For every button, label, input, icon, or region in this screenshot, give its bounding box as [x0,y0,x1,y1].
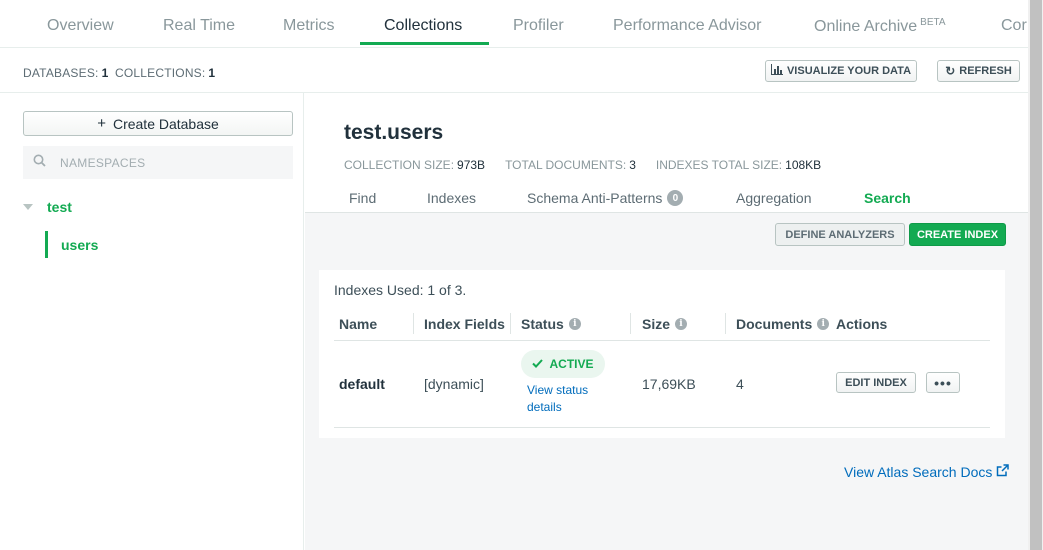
collection-subtabs: Find Indexes Schema Anti-Patterns 0 Aggre… [305,189,1028,213]
caret-down-icon[interactable] [23,204,33,210]
tab-online-archive-label: Online Archive [814,18,918,35]
column-header-name: Name [339,316,378,332]
tab-aggregation[interactable]: Aggregation [736,190,812,206]
indexes-total-size: INDEXES TOTAL SIZE: 108KB [656,158,821,172]
index-size-value: 17,69KB [642,376,696,392]
collection-header: test.users COLLECTION SIZE: 973B TOTAL DO… [305,93,1028,213]
status-text: ACTIVE [549,357,594,371]
search-indexes-panel: DEFINE ANALYZERS CREATE INDEX Indexes Us… [305,213,1028,550]
indexes-total-size-value: 108KB [785,158,822,172]
index-fields-value: [dynamic] [424,376,484,392]
tab-indexes[interactable]: Indexes [427,190,476,206]
collection-panel: test.users COLLECTION SIZE: 973B TOTAL DO… [305,93,1028,550]
column-header-status-label: Status [521,316,564,332]
collection-size-value: 973B [457,158,486,172]
tab-overview[interactable]: Overview [47,17,114,35]
total-documents: TOTAL DOCUMENTS: 3 [505,158,636,172]
column-header-size: Size i [642,316,688,332]
create-database-label: Create Database [112,115,219,132]
plus-icon: + [97,115,106,132]
column-header-status: Status i [521,316,581,332]
namespace-sidebar: + Create Database test users [0,93,304,550]
create-database-button[interactable]: + Create Database [23,111,293,136]
bar-chart-icon [770,64,783,78]
header-divider [334,340,990,341]
database-name: test [47,199,72,215]
namespace-search-input[interactable] [60,155,260,170]
info-icon[interactable]: i [568,318,581,330]
collections-count-label: COLLECTIONS: [115,66,206,80]
column-header-actions: Actions [836,316,888,332]
info-icon[interactable]: i [817,318,830,330]
atlas-search-docs-label: View Atlas Search Docs [844,464,993,480]
collection-stats: COLLECTION SIZE: 973B TOTAL DOCUMENTS: 3 I… [344,158,821,172]
external-link-icon [996,464,1010,480]
column-divider [725,313,726,334]
namespace-search [23,146,293,179]
column-header-documents-label: Documents [736,316,813,332]
atlas-search-docs-link[interactable]: View Atlas Search Docs [844,464,1010,480]
sidebar-item-collection[interactable]: users [45,231,98,258]
tab-metrics[interactable]: Metrics [283,17,335,35]
column-header-size-label: Size [642,316,671,332]
refresh-label: REFRESH [959,65,1012,77]
tab-online-archive[interactable]: Online Archive BETA [814,17,946,36]
view-status-details-link[interactable]: View status details [527,382,607,416]
page-scrollbar[interactable] [1028,0,1043,550]
collections-count-value: 1 [208,66,216,80]
search-indexes-table: Indexes Used: 1 of 3. Name Index Fields … [319,270,1005,438]
status-badge: ACTIVE [521,350,605,378]
info-icon[interactable]: i [675,318,688,330]
collection-size-label: COLLECTION SIZE: [344,158,455,172]
cluster-stats-bar: DATABASES: 1 COLLECTIONS: 1 VISUALIZE YOUR… [0,49,1028,93]
tab-truncated[interactable]: Cor [1001,17,1027,35]
row-divider [334,427,990,428]
edit-index-button[interactable]: EDIT INDEX [836,372,916,393]
total-documents-label: TOTAL DOCUMENTS: [505,158,627,172]
visualize-data-label: VISUALIZE YOUR DATA [786,65,912,77]
create-index-button[interactable]: CREATE INDEX [909,223,1006,246]
databases-count-label: DATABASES: [23,66,99,80]
beta-badge: BETA [920,17,946,28]
databases-count-value: 1 [101,66,109,80]
more-actions-button[interactable]: ••• [926,372,960,393]
collection-name: users [61,236,99,253]
sidebar-item-database[interactable]: test [23,199,72,215]
column-divider [630,313,631,334]
refresh-button[interactable]: ↻ REFRESH [937,60,1020,82]
anti-patterns-count-badge: 0 [667,190,684,206]
checkmark-icon [532,357,544,371]
tab-find[interactable]: Find [349,190,376,206]
search-icon [33,154,46,172]
scrollbar-thumb[interactable] [1030,0,1042,550]
tab-collections[interactable]: Collections [384,17,462,35]
define-analyzers-button[interactable]: DEFINE ANALYZERS [775,223,905,246]
tab-schema-anti-patterns[interactable]: Schema Anti-Patterns 0 [527,190,684,206]
index-name: default [339,376,385,392]
indexes-used-text: Indexes Used: 1 of 3. [334,282,467,298]
column-divider [413,313,414,334]
active-tab-indicator [360,42,489,45]
tab-search[interactable]: Search [864,190,911,206]
tab-performance-advisor[interactable]: Performance Advisor [613,17,762,35]
column-header-documents: Documents i [736,316,830,332]
index-documents-value: 4 [736,376,744,392]
tab-schema-anti-patterns-label: Schema Anti-Patterns [527,190,663,206]
column-divider [510,313,511,334]
refresh-icon: ↻ [945,64,956,78]
tab-profiler[interactable]: Profiler [513,17,564,35]
total-documents-value: 3 [629,158,636,172]
collections-count: COLLECTIONS: 1 [115,66,215,80]
visualize-data-button[interactable]: VISUALIZE YOUR DATA [765,60,917,82]
collection-size: COLLECTION SIZE: 973B [344,158,485,172]
indexes-total-size-label: INDEXES TOTAL SIZE: [655,158,783,172]
column-header-index-fields: Index Fields [424,316,505,332]
top-tab-bar: Overview Real Time Metrics Collections P… [0,0,1028,48]
collection-title: test.users [344,121,444,144]
tab-real-time[interactable]: Real Time [163,17,235,35]
databases-count: DATABASES: 1 [23,66,108,80]
